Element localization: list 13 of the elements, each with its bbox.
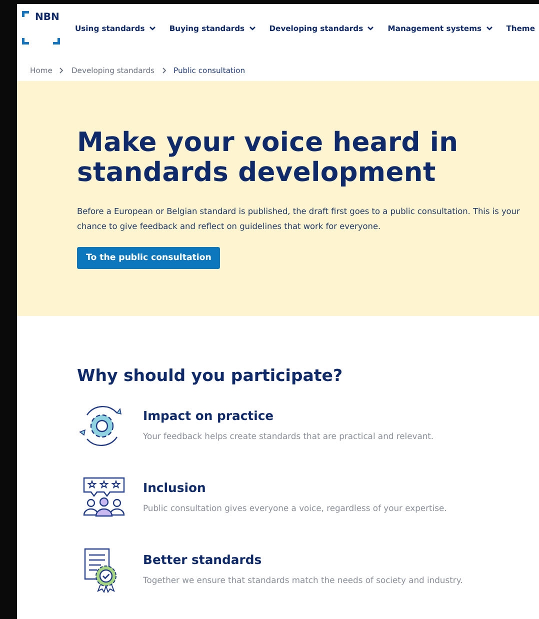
section-heading: Why should you participate? — [77, 366, 344, 385]
reason-description: Your feedback helps create standards that are practical and relevant. — [143, 431, 434, 441]
logo-text[interactable]: NBN — [35, 12, 60, 23]
reason-title: Impact on practice — [143, 408, 275, 423]
chevron-right-icon — [162, 67, 166, 74]
consultation-button[interactable]: To the public consultation — [77, 247, 220, 269]
reason-title: Better standards — [143, 552, 263, 567]
reason-title: Inclusion — [143, 480, 207, 495]
chevron-right-icon — [59, 67, 64, 74]
hero-description: Before a European or Belgian standard is published, the draft first goes to a public consultation. This is your chance to give feedback and reflect on guidelines that work for everyone. — [77, 205, 521, 233]
hero-title: Make your voice heard in standards development — [77, 128, 460, 188]
reason-description: Public consultation gives everyone a voice, regardless of your expertise. — [143, 503, 447, 513]
reason-description: Together we ensure that standards match the needs of society and industry. — [143, 575, 463, 585]
